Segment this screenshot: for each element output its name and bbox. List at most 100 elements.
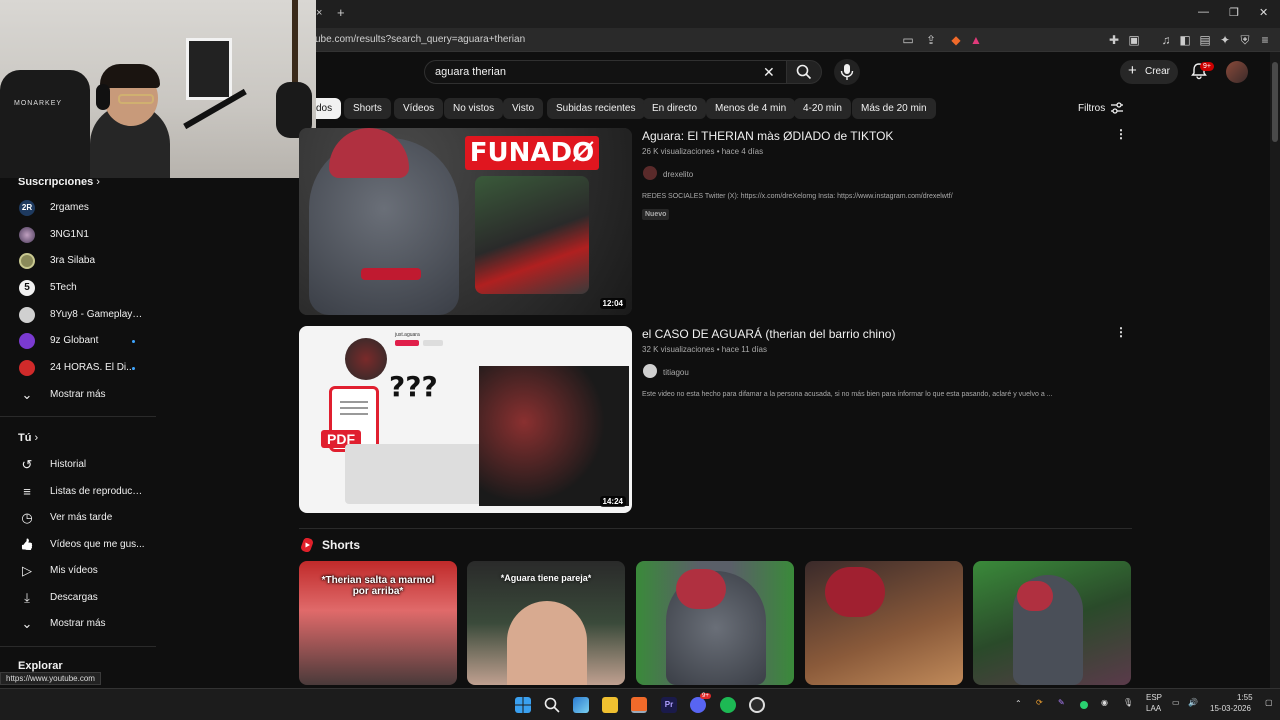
webcam-overlay: MONARKEY <box>0 0 316 178</box>
more-options-icon[interactable]: ⋮ <box>1115 325 1127 339</box>
tray-status-icon[interactable] <box>1080 701 1088 709</box>
search-icon[interactable] <box>544 697 560 713</box>
short-card[interactable] <box>805 561 963 685</box>
channel-name[interactable]: drexelito <box>663 170 693 179</box>
premiere-icon[interactable]: Pr <box>661 697 677 713</box>
brave-browser-icon[interactable] <box>631 697 647 713</box>
task-view-icon[interactable] <box>573 697 589 713</box>
tray-mic-icon[interactable]: 🎙 <box>1123 698 1133 707</box>
sidebar-sub-9z-globant[interactable]: 9z Globant <box>0 328 156 354</box>
sidebar-item-playlists[interactable]: ≡ Listas de reproducc... <box>0 479 156 505</box>
brave-shield-icon[interactable]: ◆ <box>948 32 964 48</box>
clock-time[interactable]: 1:55 <box>1237 693 1253 702</box>
sidebar-item-history[interactable]: ↺ Historial <box>0 452 156 478</box>
brave-rewards-icon[interactable]: ▲ <box>968 32 984 48</box>
obs-icon[interactable] <box>749 697 765 713</box>
more-options-icon[interactable]: ⋮ <box>1115 127 1127 141</box>
shorts-icon <box>301 538 313 552</box>
tray-sync-icon[interactable]: ⟳ <box>1036 698 1043 707</box>
video-thumbnail[interactable]: FUNADØ 12:04 <box>299 128 632 315</box>
notification-center-icon[interactable]: ▢ <box>1265 698 1273 707</box>
music-icon[interactable]: ♫ <box>1158 32 1174 48</box>
chip-4-20[interactable]: 4-20 min <box>794 98 851 119</box>
new-tab-button[interactable]: + <box>337 5 345 20</box>
chip-watched[interactable]: Visto <box>503 98 544 119</box>
cast-icon[interactable]: ▭ <box>900 32 916 48</box>
minimize-icon[interactable]: — <box>1198 6 1209 18</box>
sidebar-sub-2rgames[interactable]: 2R 2rgames <box>0 195 156 221</box>
network-icon[interactable]: ▭ <box>1172 698 1180 707</box>
sidebar-sub-label: 24 HORAS. El Di... <box>50 362 135 373</box>
search-input[interactable]: aguara therian <box>424 60 786 84</box>
chip-shorts[interactable]: Shorts <box>344 98 391 119</box>
language-indicator[interactable]: ESP <box>1146 693 1162 702</box>
vpn-icon[interactable]: ⛨ <box>1237 32 1253 48</box>
extensions-icon[interactable]: ✚ <box>1106 32 1122 48</box>
tray-steam-icon[interactable]: ◉ <box>1101 698 1108 707</box>
search-button[interactable] <box>786 60 822 84</box>
sidebar-panel-icon[interactable]: ▣ <box>1126 32 1142 48</box>
you-label: Tú <box>18 432 32 444</box>
sidebar-toggle-icon[interactable]: ◧ <box>1177 32 1193 48</box>
volume-icon[interactable]: 🔊 <box>1188 698 1198 707</box>
tray-pen-icon[interactable]: ✎ <box>1058 698 1065 707</box>
sidebar-item-liked[interactable]: 👍 Vídeos que me gus... <box>0 532 156 558</box>
discord-icon[interactable] <box>690 697 706 713</box>
short-card[interactable] <box>636 561 794 685</box>
sidebar-sub-5tech[interactable]: 5 5Tech <box>0 275 156 301</box>
show-more-you[interactable]: ⌄ Mostrar más <box>0 611 156 637</box>
sidebar-sub-label: 3ra Silaba <box>50 255 96 266</box>
chip-live[interactable]: En directo <box>643 98 707 119</box>
chip-recent[interactable]: Subidas recientes <box>547 98 645 119</box>
clear-search-icon[interactable]: ✕ <box>763 64 775 81</box>
like-icon: 👍 <box>20 539 34 551</box>
create-button[interactable]: + Crear <box>1120 60 1178 84</box>
watch-later-icon: ◷ <box>21 510 33 525</box>
divider <box>0 646 156 647</box>
sidebar-sub-3ra-silaba[interactable]: 3ra Silaba <box>0 248 156 274</box>
short-card[interactable] <box>973 561 1131 685</box>
wallet-icon[interactable]: ▤ <box>1197 32 1213 48</box>
tray-chevron-icon[interactable]: ⌃ <box>1015 699 1022 708</box>
page-scrollbar[interactable] <box>1270 52 1280 688</box>
chip-unwatched[interactable]: No vistos <box>444 98 504 119</box>
video-thumbnail[interactable]: just.aguara PDF ??? 14:24 <box>299 326 632 513</box>
new-content-dot <box>132 340 135 343</box>
sidebar-item-watch-later[interactable]: ◷ Ver más tarde <box>0 505 156 531</box>
chip-over-20[interactable]: Más de 20 min <box>852 98 936 119</box>
sidebar-sub-3ng1n1[interactable]: 3NG1N1 <box>0 222 156 248</box>
inset-photo <box>475 176 589 294</box>
scrollbar-thumb[interactable] <box>1272 62 1278 142</box>
channel-avatar[interactable] <box>643 166 657 180</box>
close-window-icon[interactable]: ✕ <box>1259 6 1268 19</box>
voice-search-button[interactable] <box>834 59 860 85</box>
channel-avatar[interactable] <box>643 364 657 378</box>
video-title[interactable]: el CASO DE AGUARÁ (therian del barrio ch… <box>642 327 895 341</box>
chevron-right-icon: › <box>34 432 39 444</box>
url-field[interactable]: ube.com/results?search_query=aguara+ther… <box>315 34 525 45</box>
restore-icon[interactable]: ❐ <box>1229 6 1239 19</box>
new-badge: Nuevo <box>642 209 670 220</box>
spotify-icon[interactable] <box>720 697 736 713</box>
question-marks: ??? <box>389 370 438 403</box>
sidebar-item-my-videos[interactable]: ▷ Mis vídeos <box>0 558 156 584</box>
leo-ai-icon[interactable]: ✦ <box>1217 32 1233 48</box>
tab-close-button[interactable]: × <box>316 7 322 19</box>
video-title[interactable]: Aguara: El THERIAN màs ØDIADO de TIKTOK <box>642 129 893 143</box>
file-explorer-icon[interactable] <box>602 697 618 713</box>
short-card[interactable]: *Therian salta a marmol por arriba* <box>299 561 457 685</box>
share-icon[interactable]: ⇪ <box>923 32 939 48</box>
you-header[interactable]: Tú › <box>18 432 38 444</box>
video-duration: 12:04 <box>599 298 626 309</box>
sidebar-item-downloads[interactable]: ⤓ Descargas <box>0 585 156 611</box>
channel-name[interactable]: titiagou <box>663 368 689 377</box>
menu-icon[interactable]: ≡ <box>1257 32 1273 48</box>
show-more-subscriptions[interactable]: ⌄ Mostrar más <box>0 382 156 408</box>
chip-videos[interactable]: Vídeos <box>394 98 444 119</box>
account-avatar[interactable] <box>1226 61 1248 83</box>
windows-start-icon[interactable] <box>515 697 531 713</box>
sidebar-sub-24-horas[interactable]: 24 HORAS. El Di... <box>0 355 156 381</box>
sidebar-sub-8yuy8[interactable]: 8Yuy8 - Gameplays ... <box>0 302 156 328</box>
short-card[interactable]: *Aguara tiene pareja* <box>467 561 625 685</box>
chip-under-4[interactable]: Menos de 4 min <box>706 98 796 119</box>
